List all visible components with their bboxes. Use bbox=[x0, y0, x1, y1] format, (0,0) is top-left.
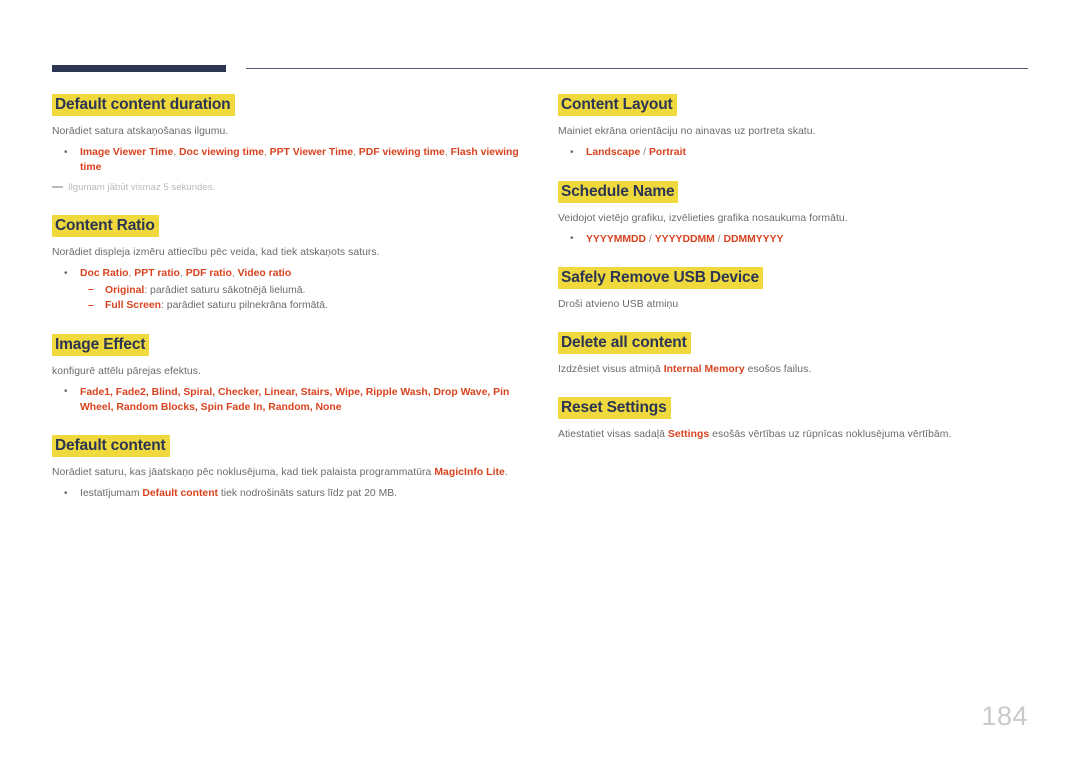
section-heading: Default content duration bbox=[52, 94, 522, 116]
section-reset-settings: Reset Settings Atiestatiet visas sadaļā … bbox=[558, 397, 1028, 442]
section-body: Norādiet satura atskaņošanas ilgumu. bbox=[52, 126, 229, 137]
product-name-magicinfo-lite: MagicInfo Lite bbox=[434, 467, 505, 479]
heading-text: Content Layout bbox=[558, 94, 677, 116]
heading-text: Default content bbox=[52, 435, 170, 458]
option-pdf-ratio: PDF ratio bbox=[185, 268, 232, 280]
page-number: 184 bbox=[981, 701, 1028, 731]
section-heading: Content Ratio bbox=[52, 215, 522, 238]
sub-list-item: Original: parādiet saturu sākotnējā liel… bbox=[80, 283, 522, 299]
option-original: Original bbox=[105, 284, 145, 296]
heading-text: Safely Remove USB Device bbox=[558, 267, 763, 290]
section-heading: Schedule Name bbox=[558, 180, 1028, 203]
section-heading: Safely Remove USB Device bbox=[558, 267, 1028, 290]
section-note: Ilgumam jābūt vismaz 5 sekundes. bbox=[52, 181, 522, 195]
section-default-content-duration: Default content duration Norādiet satura… bbox=[52, 94, 522, 195]
heading-text: Default content duration bbox=[52, 94, 235, 116]
body-text-pre: Atiestatiet visas sadaļā bbox=[558, 429, 668, 441]
section-heading: Reset Settings bbox=[558, 397, 1028, 420]
body-text-pre: Izdzēsiet visus atmiņā bbox=[558, 364, 664, 376]
list-item: Iestatījumam Default content tiek nodroš… bbox=[52, 487, 522, 502]
bullet-list: Landscape / Portrait bbox=[558, 146, 1028, 161]
section-body: Norādiet saturu, kas jāatskaņo pēc noklu… bbox=[52, 465, 522, 480]
image-effect-options: Fade1, Fade2, Blind, Spiral, Checker, Li… bbox=[80, 386, 510, 413]
option-yyyymmdd: YYYYMMDD bbox=[586, 233, 647, 245]
list-item: Image Viewer Time, Doc viewing time, PPT… bbox=[52, 145, 522, 175]
option-yyyyddmm: YYYYDDMM bbox=[654, 233, 715, 245]
list-item: Doc Ratio, PPT ratio, PDF ratio, Video r… bbox=[52, 267, 522, 314]
heading-text: Delete all content bbox=[558, 332, 691, 355]
option-doc-viewing-time: Doc viewing time bbox=[178, 147, 264, 158]
section-body: Mainiet ekrāna orientāciju no ainavas uz… bbox=[558, 126, 816, 137]
right-column: Content Layout Mainiet ekrāna orientācij… bbox=[558, 94, 1028, 442]
header-rule bbox=[52, 62, 1028, 76]
body-text-post: esošos failus. bbox=[744, 364, 812, 376]
section-heading: Content Layout bbox=[558, 94, 1028, 116]
section-default-content: Default content Norādiet saturu, kas jāa… bbox=[52, 435, 522, 502]
body-text-pre: Norādiet saturu, kas jāatskaņo pēc noklu… bbox=[52, 467, 435, 479]
option-portrait: Portrait bbox=[648, 147, 686, 158]
bullet-list: Image Viewer Time, Doc viewing time, PPT… bbox=[52, 145, 522, 175]
section-body: Veidojot vietējo grafiku, izvēlieties gr… bbox=[558, 212, 848, 224]
sub-bullet-list: Original: parādiet saturu sākotnējā liel… bbox=[80, 283, 522, 314]
body-text-post: esošās vērtības uz rūpnīcas noklusējuma … bbox=[709, 429, 952, 441]
option-ddmmyyyy: DDMMYYYY bbox=[723, 233, 784, 245]
header-rule-thick bbox=[52, 65, 226, 72]
section-heading: Default content bbox=[52, 435, 522, 458]
sub-list-item: Full Screen: parādiet saturu pilnekrāna … bbox=[80, 299, 522, 314]
list-item: Fade1, Fade2, Blind, Spiral, Checker, Li… bbox=[52, 385, 522, 415]
list-item: Landscape / Portrait bbox=[558, 146, 1028, 161]
section-delete-all-content: Delete all content Izdzēsiet visus atmiņ… bbox=[558, 332, 1028, 377]
heading-text: Image Effect bbox=[52, 333, 150, 356]
section-heading: Image Effect bbox=[52, 333, 522, 356]
section-body: Droši atvieno USB atmiņu bbox=[558, 299, 679, 311]
section-heading: Delete all content bbox=[558, 332, 1028, 355]
header-rule-thin bbox=[246, 68, 1028, 70]
bullet-text-post: tiek nodrošināts saturs līdz pat 20 MB. bbox=[218, 488, 398, 500]
section-content-layout: Content Layout Mainiet ekrāna orientācij… bbox=[558, 94, 1028, 161]
list-item: YYYYMMDD / YYYYDDMM / DDMMYYYY bbox=[558, 232, 1028, 248]
section-schedule-name: Schedule Name Veidojot vietējo grafiku, … bbox=[558, 180, 1028, 248]
heading-text: Content Ratio bbox=[52, 215, 159, 238]
section-body: konfigurē attēlu pārejas efektus. bbox=[52, 365, 201, 377]
bullet-list: Fade1, Fade2, Blind, Spiral, Checker, Li… bbox=[52, 385, 522, 415]
heading-text: Schedule Name bbox=[558, 180, 679, 203]
section-body: Norādiet displeja izmēru attiecību pēc v… bbox=[52, 247, 380, 259]
storage-internal-memory: Internal Memory bbox=[663, 364, 745, 376]
option-original-desc: : parādiet saturu sākotnējā lielumā. bbox=[144, 284, 306, 296]
option-doc-ratio: Doc Ratio bbox=[80, 268, 129, 280]
section-body: Atiestatiet visas sadaļā Settings esošās… bbox=[558, 427, 1028, 442]
option-video-ratio: Video ratio bbox=[237, 268, 292, 280]
document-page: Default content duration Norādiet satura… bbox=[0, 0, 1080, 763]
menu-settings: Settings bbox=[667, 429, 710, 441]
bullet-list: Doc Ratio, PPT ratio, PDF ratio, Video r… bbox=[52, 267, 522, 314]
option-ppt-ratio: PPT ratio bbox=[134, 268, 180, 280]
option-full-screen: Full Screen bbox=[105, 300, 162, 312]
section-content-ratio: Content Ratio Norādiet displeja izmēru a… bbox=[52, 215, 522, 314]
option-full-screen-desc: : parādiet saturu pilnekrāna formātā. bbox=[161, 300, 328, 312]
bullet-list: YYYYMMDD / YYYYDDMM / DDMMYYYY bbox=[558, 232, 1028, 248]
left-column: Default content duration Norādiet satura… bbox=[52, 94, 522, 504]
bullet-list: Iestatījumam Default content tiek nodroš… bbox=[52, 487, 522, 502]
option-image-viewer-time: Image Viewer Time bbox=[80, 147, 174, 158]
option-pdf-viewing-time: PDF viewing time bbox=[358, 147, 445, 158]
section-image-effect: Image Effect konfigurē attēlu pārejas ef… bbox=[52, 333, 522, 415]
setting-default-content: Default content bbox=[142, 488, 218, 500]
option-landscape: Landscape bbox=[586, 147, 641, 158]
separator: / bbox=[640, 147, 649, 158]
section-safely-remove-usb-device: Safely Remove USB Device Droši atvieno U… bbox=[558, 267, 1028, 312]
body-text-post: . bbox=[504, 467, 508, 479]
section-body: Izdzēsiet visus atmiņā Internal Memory e… bbox=[558, 362, 1028, 377]
bullet-text-pre: Iestatījumam bbox=[80, 488, 143, 500]
option-ppt-viewer-time: PPT Viewer Time bbox=[269, 147, 353, 158]
heading-text: Reset Settings bbox=[558, 397, 671, 420]
separator: / bbox=[646, 233, 655, 245]
